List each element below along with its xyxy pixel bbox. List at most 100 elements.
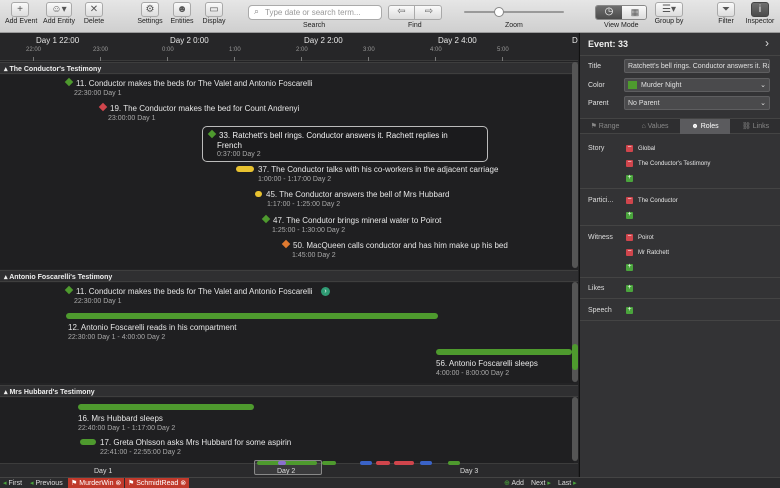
divider [580,55,780,56]
remove-icon[interactable]: − [626,144,633,152]
group-by-button[interactable]: ☰▾ Group by [652,2,686,25]
flag-icon: ⚑ [71,480,80,487]
ruler-major-label: Day 2 2:00 [304,36,343,45]
ruler-major-label: D [572,36,578,45]
search-input[interactable]: ⌕ Type date or search term... [248,5,382,20]
timeline-event[interactable]: 11. Conductor makes the beds for The Val… [64,77,313,97]
add-icon[interactable]: + [626,174,633,182]
timeline-event[interactable]: 47. The Condutor brings mineral water to… [261,214,441,234]
grid-icon[interactable]: ▦ [622,6,646,19]
add-tag-button[interactable]: ⊕ Add [504,479,524,487]
chevron-right-icon[interactable]: › [321,287,330,296]
zoom-slider[interactable] [464,7,564,17]
arrow-right-icon[interactable]: ⇨ [416,6,442,19]
timeline-event[interactable]: 50. MacQueen calls conductor and has him… [281,239,508,259]
clock-icon[interactable]: ◷ [596,6,622,19]
remove-icon[interactable]: − [626,196,633,204]
remove-icon[interactable]: − [626,159,633,167]
add-entity-button[interactable]: ☺▾ Add Entity [42,2,76,25]
overview-mark [448,461,460,465]
display-button[interactable]: ▭ Display [200,2,228,25]
first-button[interactable]: ◂ First [3,479,22,487]
plus-icon: + [11,2,29,17]
filter-icon: ⏷ [717,2,735,17]
tab-links[interactable]: ⛓ Links [730,119,780,134]
parent-label: Parent [588,100,609,107]
toolbar: + Add Event ☺▾ Add Entity ✕ Delete ⚙ Setting… [0,0,780,33]
divider [580,188,780,189]
overview-mark [322,461,336,465]
event-bar [80,439,96,445]
people-icon: ☻ [691,123,701,130]
add-event-button[interactable]: + Add Event [5,2,37,25]
delete-button[interactable]: ✕ Delete [82,2,106,25]
monitor-icon: ▭ [205,2,223,17]
color-select[interactable]: Murder Night ⌄ [624,78,770,92]
add-icon[interactable]: + [626,211,633,219]
remove-icon[interactable]: − [626,248,633,256]
delete-icon: ✕ [85,2,103,17]
selected-event[interactable]: 33. Ratchett's bell rings. Conductor ans… [202,126,488,162]
ruler-minor-label: 1:00 [229,47,241,53]
timeline-event[interactable]: 12. Antonio Foscarelli reads in his comp… [66,313,438,341]
role-label: Partici... [588,197,614,204]
remove-icon[interactable]: − [626,233,633,241]
title-field[interactable]: Ratchett's bell rings. Conductor answers… [624,59,770,73]
vertical-scrollbar[interactable] [572,397,578,461]
ruler-tick [234,57,235,61]
role-value: Global [638,146,656,152]
role-label: Story [588,145,605,152]
timeline-event[interactable]: 56. Antonio Foscarelli sleeps 4:00:00 - … [436,349,572,377]
tag-chip[interactable]: ⚑ MurderWin ⊗ [68,478,125,488]
role-value: Mr Ratchett [638,250,670,256]
status-bar: ◂ First ◂ Previous ⚑ MurderWin ⊗ ⚑ Schmi… [0,477,780,488]
arrow-left-icon[interactable]: ⇦ [389,6,415,19]
last-button[interactable]: Last ▸ [558,479,577,487]
settings-button[interactable]: ⚙ Settings [136,2,164,25]
timeline-event[interactable]: 11. Conductor makes the beds for The Val… [64,285,330,305]
section-header[interactable]: ▴ Antonio Foscarelli's Testimony [0,270,578,282]
overview-mark [420,461,432,465]
zoom-slider-knob[interactable] [494,7,504,17]
tab-range[interactable]: ⚑ Range [580,119,630,134]
event-diamond [261,214,271,224]
timeline-event[interactable]: 37. The Conductor talks with his co-work… [236,165,498,183]
timeline-event[interactable]: 45. The Conductor answers the bell of Mr… [255,190,450,208]
overview-mark [376,461,390,465]
section-header[interactable]: ▴ Mrs Hubbard's Testimony [0,385,578,397]
timeline-event[interactable]: 16. Mrs Hubbard sleeps 22:40:00 Day 1 - … [78,404,254,432]
role-label: Speech [588,307,612,314]
event-bar [255,191,262,197]
close-icon[interactable]: ⊗ [113,480,121,487]
previous-button[interactable]: ◂ Previous [30,479,63,487]
event-diamond [207,129,217,139]
event-diamond [64,77,74,87]
chevron-right-icon[interactable]: › [765,36,769,50]
add-icon[interactable]: + [626,284,633,292]
add-icon[interactable]: + [626,306,633,314]
link-icon: ⛓ [741,123,753,130]
event-bar [236,166,254,172]
ruler-minor-label: 4:00 [430,47,442,53]
vertical-scrollbar[interactable] [572,62,578,268]
next-button[interactable]: Next ▸ [531,479,551,487]
tag-chip[interactable]: ⚑ SchmidtRead ⊗ [125,478,190,488]
filter-button[interactable]: ⏷ Filter [714,2,738,25]
ruler-major-label: Day 2 4:00 [438,36,477,45]
overview-mark [278,461,286,465]
ruler-tick [435,57,436,61]
close-icon[interactable]: ⊗ [178,480,186,487]
inspector-button[interactable]: i Inspector [743,2,777,25]
parent-select[interactable]: No Parent ⌄ [624,96,770,110]
find-label: Find [408,22,422,29]
overview-strip[interactable]: Day 1 Day 2 Day 3 [0,460,578,477]
tab-values[interactable]: ⌂ Values [630,119,680,134]
add-icon[interactable]: + [626,263,633,271]
timeline-event[interactable]: 19. The Conductor makes the bed for Coun… [98,102,299,122]
tab-roles[interactable]: ☻ Roles [680,119,730,134]
entities-button[interactable]: ☻ Entities [168,2,196,25]
divider [580,298,780,299]
event-bar [78,404,254,410]
timeline-event[interactable]: 17. Greta Ohlsson asks Mrs Hubbard for s… [80,438,291,456]
section-header[interactable]: ▴ The Conductor's Testimony [0,62,578,74]
